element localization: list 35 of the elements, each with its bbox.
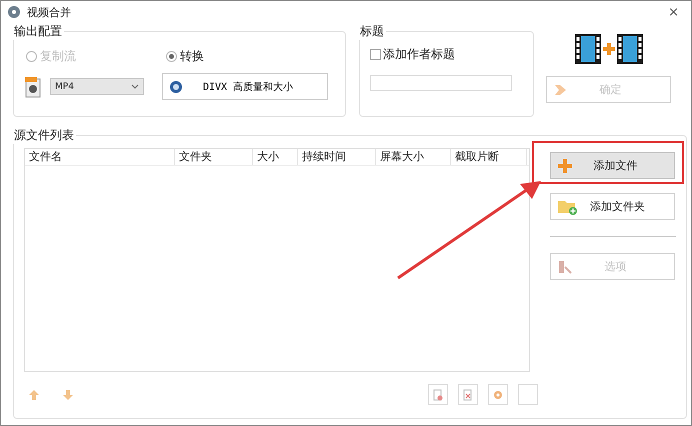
move-up-icon[interactable] [28,388,40,400]
author-checkbox[interactable]: 添加作者标题 [370,46,523,63]
film-reel-icon [7,5,21,19]
chevron-down-icon [131,84,139,89]
add-file-button[interactable]: 添加文件 [550,152,675,179]
group-title: 输出配置 [13,23,63,40]
close-icon [463,388,473,400]
window-title: 视频合并 [27,4,72,20]
folder-add-icon [557,198,577,215]
blank-button[interactable] [518,384,538,405]
radio-option[interactable]: 转换 [166,48,306,65]
column-header[interactable]: 文件夹 [175,149,253,165]
settings-button[interactable] [488,384,508,405]
group-title: 标题 [359,23,385,40]
disc-icon [169,80,183,94]
file-icon-button[interactable] [428,384,448,405]
caption-input-field[interactable] [370,75,512,91]
group-title: 源文件列表 [13,127,75,144]
arrow-right-icon [553,82,567,96]
video-file-icon [24,76,42,98]
file-icon [433,388,443,400]
column-header[interactable]: 文件名 [25,149,175,165]
format-dropdown[interactable]: MP4 [50,78,144,95]
profile-button[interactable]: DIVX 高质量和大小 [162,73,328,100]
close-icon[interactable]: × [668,4,685,20]
move-down-icon[interactable] [62,388,74,400]
plus-icon [557,158,573,174]
column-header[interactable]: 大小 [253,149,298,165]
column-header[interactable]: 屏幕大小 [376,149,451,165]
film-plus-icon [574,34,642,64]
gear-icon [493,390,503,400]
column-header[interactable]: 持续时间 [298,149,376,165]
column-header[interactable]: 截取片断 [451,149,527,165]
add-folder-button[interactable]: 添加文件夹 [550,193,675,220]
delete-button[interactable] [458,384,478,405]
